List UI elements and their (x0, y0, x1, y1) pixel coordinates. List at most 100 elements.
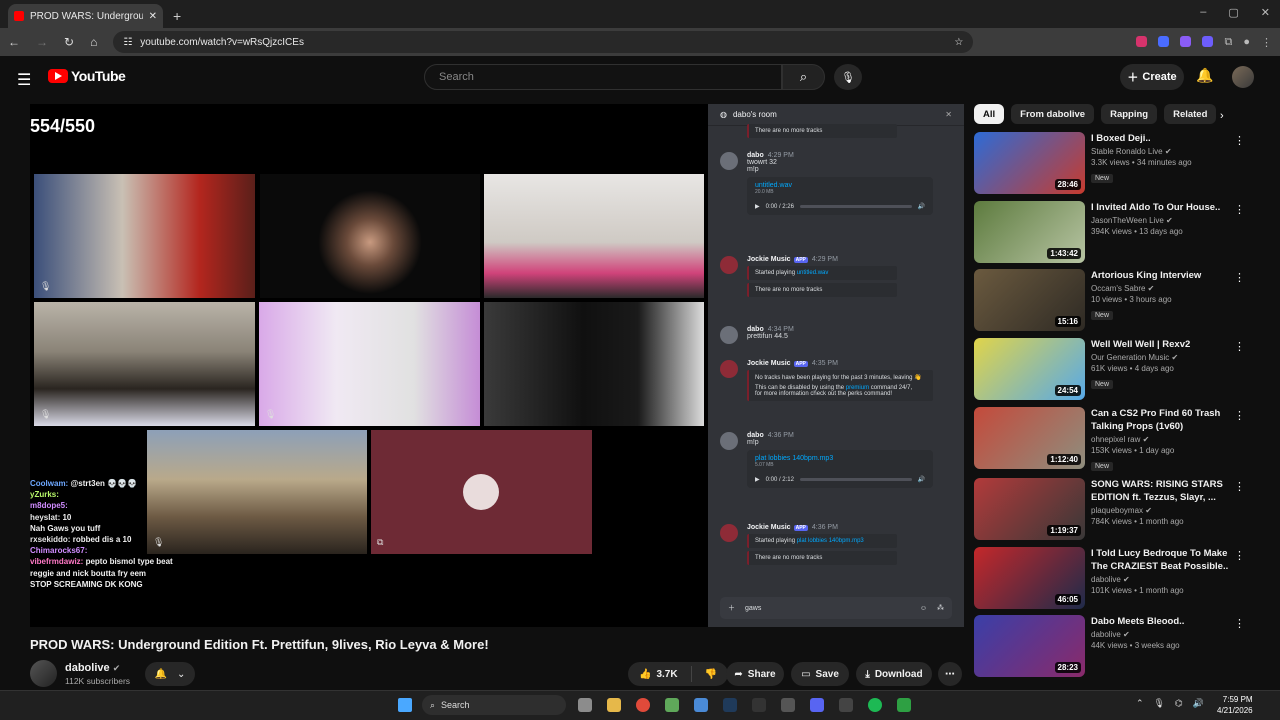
like-button[interactable]: 👍 3.7K (639, 669, 678, 680)
search-input[interactable]: Search (424, 64, 782, 90)
more-options-icon[interactable]: ⋮ (1234, 134, 1245, 147)
apps-icon[interactable]: ⁂ (937, 604, 944, 612)
close-window-button[interactable]: ✕ (1261, 6, 1270, 19)
audio-progress[interactable] (799, 478, 912, 481)
track-link[interactable]: plat lobbies 140bpm.mp3 (797, 538, 864, 544)
video-thumbnail[interactable]: 1:12:40 (974, 407, 1085, 469)
browser-tab[interactable]: PROD WARS: Underground Edition ✕ (8, 4, 163, 28)
taskbar-search[interactable]: ⌕ Search (422, 695, 566, 715)
more-actions-button[interactable]: ⋯ (938, 662, 962, 686)
share-button[interactable]: ➦ Share (726, 662, 784, 686)
extension-icon[interactable] (1136, 35, 1148, 47)
recommendation-channel[interactable]: Stable Ronaldo Live (1091, 147, 1163, 156)
video-thumbnail[interactable]: 1:43:42 (974, 201, 1085, 263)
download-button[interactable]: ⤓ Download (856, 662, 932, 686)
new-tab-button[interactable]: + (173, 8, 181, 24)
recommendation-item[interactable]: 28:23 Dabo Meets Bleood.. dabolive ✔ 44K vi… (974, 615, 1264, 677)
search-button[interactable]: ⌕ (782, 64, 825, 90)
recommendation-channel[interactable]: plaqueboymax (1091, 506, 1143, 515)
dislike-button[interactable]: 👎 (705, 669, 717, 680)
more-options-icon[interactable]: ⋮ (1234, 409, 1245, 422)
create-button[interactable]: ＋ Create (1120, 64, 1184, 90)
recommendation-title[interactable]: I Told Lucy Bedroque To Make The CRAZIES… (1091, 547, 1241, 573)
chip-all[interactable]: All (974, 104, 1005, 124)
chip-rapping[interactable]: Rapping (1101, 104, 1158, 124)
recommendation-title[interactable]: I Boxed Deji.. (1091, 132, 1241, 145)
message-input[interactable]: ＋ gaws ☺ ⁂ (720, 597, 952, 619)
recommendation-title[interactable]: Well Well Well | Rexv2 (1091, 338, 1241, 351)
volume-icon[interactable]: 🔊 (918, 203, 925, 210)
url-field[interactable]: ☷ youtube.com/watch?v=wRsQjzcICEs ☆ (113, 31, 974, 53)
mic-tray-icon[interactable]: 🎙 (1154, 698, 1165, 709)
app-icon[interactable] (665, 698, 679, 712)
more-options-icon[interactable]: ⋮ (1234, 617, 1245, 630)
steam-icon[interactable] (723, 698, 737, 712)
start-windows-icon[interactable] (398, 698, 412, 712)
recommendation-item[interactable]: 1:43:42 I Invited Aldo To Our House.. Jaso… (974, 201, 1264, 263)
video-thumbnail[interactable]: 28:46 (974, 132, 1085, 194)
audio-attachment[interactable]: untitled.wav 20.0 MB ▶ 0:00 / 2:26 🔊 (747, 177, 933, 215)
recommendation-channel[interactable]: ohnepixel raw (1091, 435, 1140, 444)
video-thumbnail[interactable]: 15:16 (974, 269, 1085, 331)
settings-icon[interactable] (578, 698, 592, 712)
back-icon[interactable]: ← (8, 35, 20, 49)
recommendation-channel[interactable]: Our Generation Music (1091, 353, 1169, 362)
video-thumbnail[interactable]: 46:05 (974, 547, 1085, 609)
extensions-puzzle-icon[interactable]: ⧉ (1224, 36, 1232, 49)
file-name[interactable]: untitled.wav (755, 182, 925, 189)
audio-attachment[interactable]: plat lobbies 140bpm.mp3 5.07 MB ▶ 0:00 / … (747, 450, 933, 488)
recommendation-item[interactable]: 24:54 Well Well Well | Rexv2 Our Generatio… (974, 338, 1264, 400)
chip-related[interactable]: Related (1164, 104, 1217, 124)
more-options-icon[interactable]: ⋮ (1234, 549, 1245, 562)
play-icon[interactable]: ▶ (755, 203, 760, 210)
browser-menu-icon[interactable]: ⋮ (1261, 36, 1272, 49)
video-thumbnail[interactable]: 24:54 (974, 338, 1085, 400)
more-options-icon[interactable]: ⋮ (1234, 203, 1245, 216)
subscription-bell-button[interactable]: 🔔 ⌄ (145, 662, 195, 686)
taskbar-clock[interactable]: 7:59 PM 4/21/2026 (1217, 694, 1253, 716)
youtube-logo[interactable]: YouTube (48, 68, 126, 84)
recommendation-item[interactable]: 1:19:37 SONG WARS: RISING STARS EDITION f… (974, 478, 1264, 540)
discord-icon[interactable] (810, 698, 824, 712)
app-icon[interactable] (839, 698, 853, 712)
recommendation-channel[interactable]: dabolive (1091, 630, 1121, 639)
chip-from-channel[interactable]: From dabolive (1011, 104, 1095, 124)
video-thumbnail[interactable]: 28:23 (974, 615, 1085, 677)
volume-icon[interactable]: 🔊 (918, 476, 925, 483)
chevron-up-icon[interactable]: ⌃ (1136, 698, 1144, 709)
spotify-icon[interactable] (868, 698, 882, 712)
video-thumbnail[interactable]: 1:19:37 (974, 478, 1085, 540)
app-icon[interactable] (752, 698, 766, 712)
channel-avatar[interactable] (30, 660, 57, 687)
extension-icon[interactable] (1180, 35, 1192, 47)
recommendation-item[interactable]: 28:46 I Boxed Deji.. Stable Ronaldo Live ✔… (974, 132, 1264, 194)
minimize-button[interactable]: – (1200, 6, 1206, 19)
emoji-icon[interactable]: ☺ (920, 605, 927, 612)
chevron-right-icon[interactable]: › (1220, 110, 1224, 122)
profile-icon[interactable]: ● (1243, 36, 1250, 49)
app-icon[interactable] (781, 698, 795, 712)
extension-icon[interactable] (1202, 35, 1214, 47)
file-name[interactable]: plat lobbies 140bpm.mp3 (755, 455, 925, 462)
forward-icon[interactable]: → (36, 35, 48, 49)
volume-tray-icon[interactable]: 🔊 (1193, 698, 1204, 709)
track-link[interactable]: untitled.wav (797, 270, 829, 276)
voice-search-button[interactable]: 🎙 (834, 64, 862, 90)
more-options-icon[interactable]: ⋮ (1234, 480, 1245, 493)
recommendation-title[interactable]: Can a CS2 Pro Find 60 Trash Talking Prop… (1091, 407, 1241, 433)
plus-icon[interactable]: ＋ (728, 603, 735, 613)
more-options-icon[interactable]: ⋮ (1234, 340, 1245, 353)
save-button[interactable]: ▭ Save (791, 662, 849, 686)
audio-progress[interactable] (799, 205, 912, 208)
hamburger-menu-icon[interactable]: ☰ (17, 70, 31, 90)
play-icon[interactable]: ▶ (755, 476, 760, 483)
account-avatar[interactable] (1232, 66, 1254, 88)
close-tab-icon[interactable]: ✕ (149, 11, 157, 22)
site-info-icon[interactable]: ☷ (123, 37, 132, 48)
network-icon[interactable]: ⌬ (1175, 698, 1183, 709)
recommendation-item[interactable]: 1:12:40 Can a CS2 Pro Find 60 Trash Talki… (974, 407, 1264, 471)
close-icon[interactable]: ✕ (945, 110, 952, 119)
recommendation-title[interactable]: I Invited Aldo To Our House.. (1091, 201, 1241, 214)
recommendation-item[interactable]: 15:16 Artorious King Interview Occam's Sab… (974, 269, 1264, 331)
app-icon[interactable] (694, 698, 708, 712)
